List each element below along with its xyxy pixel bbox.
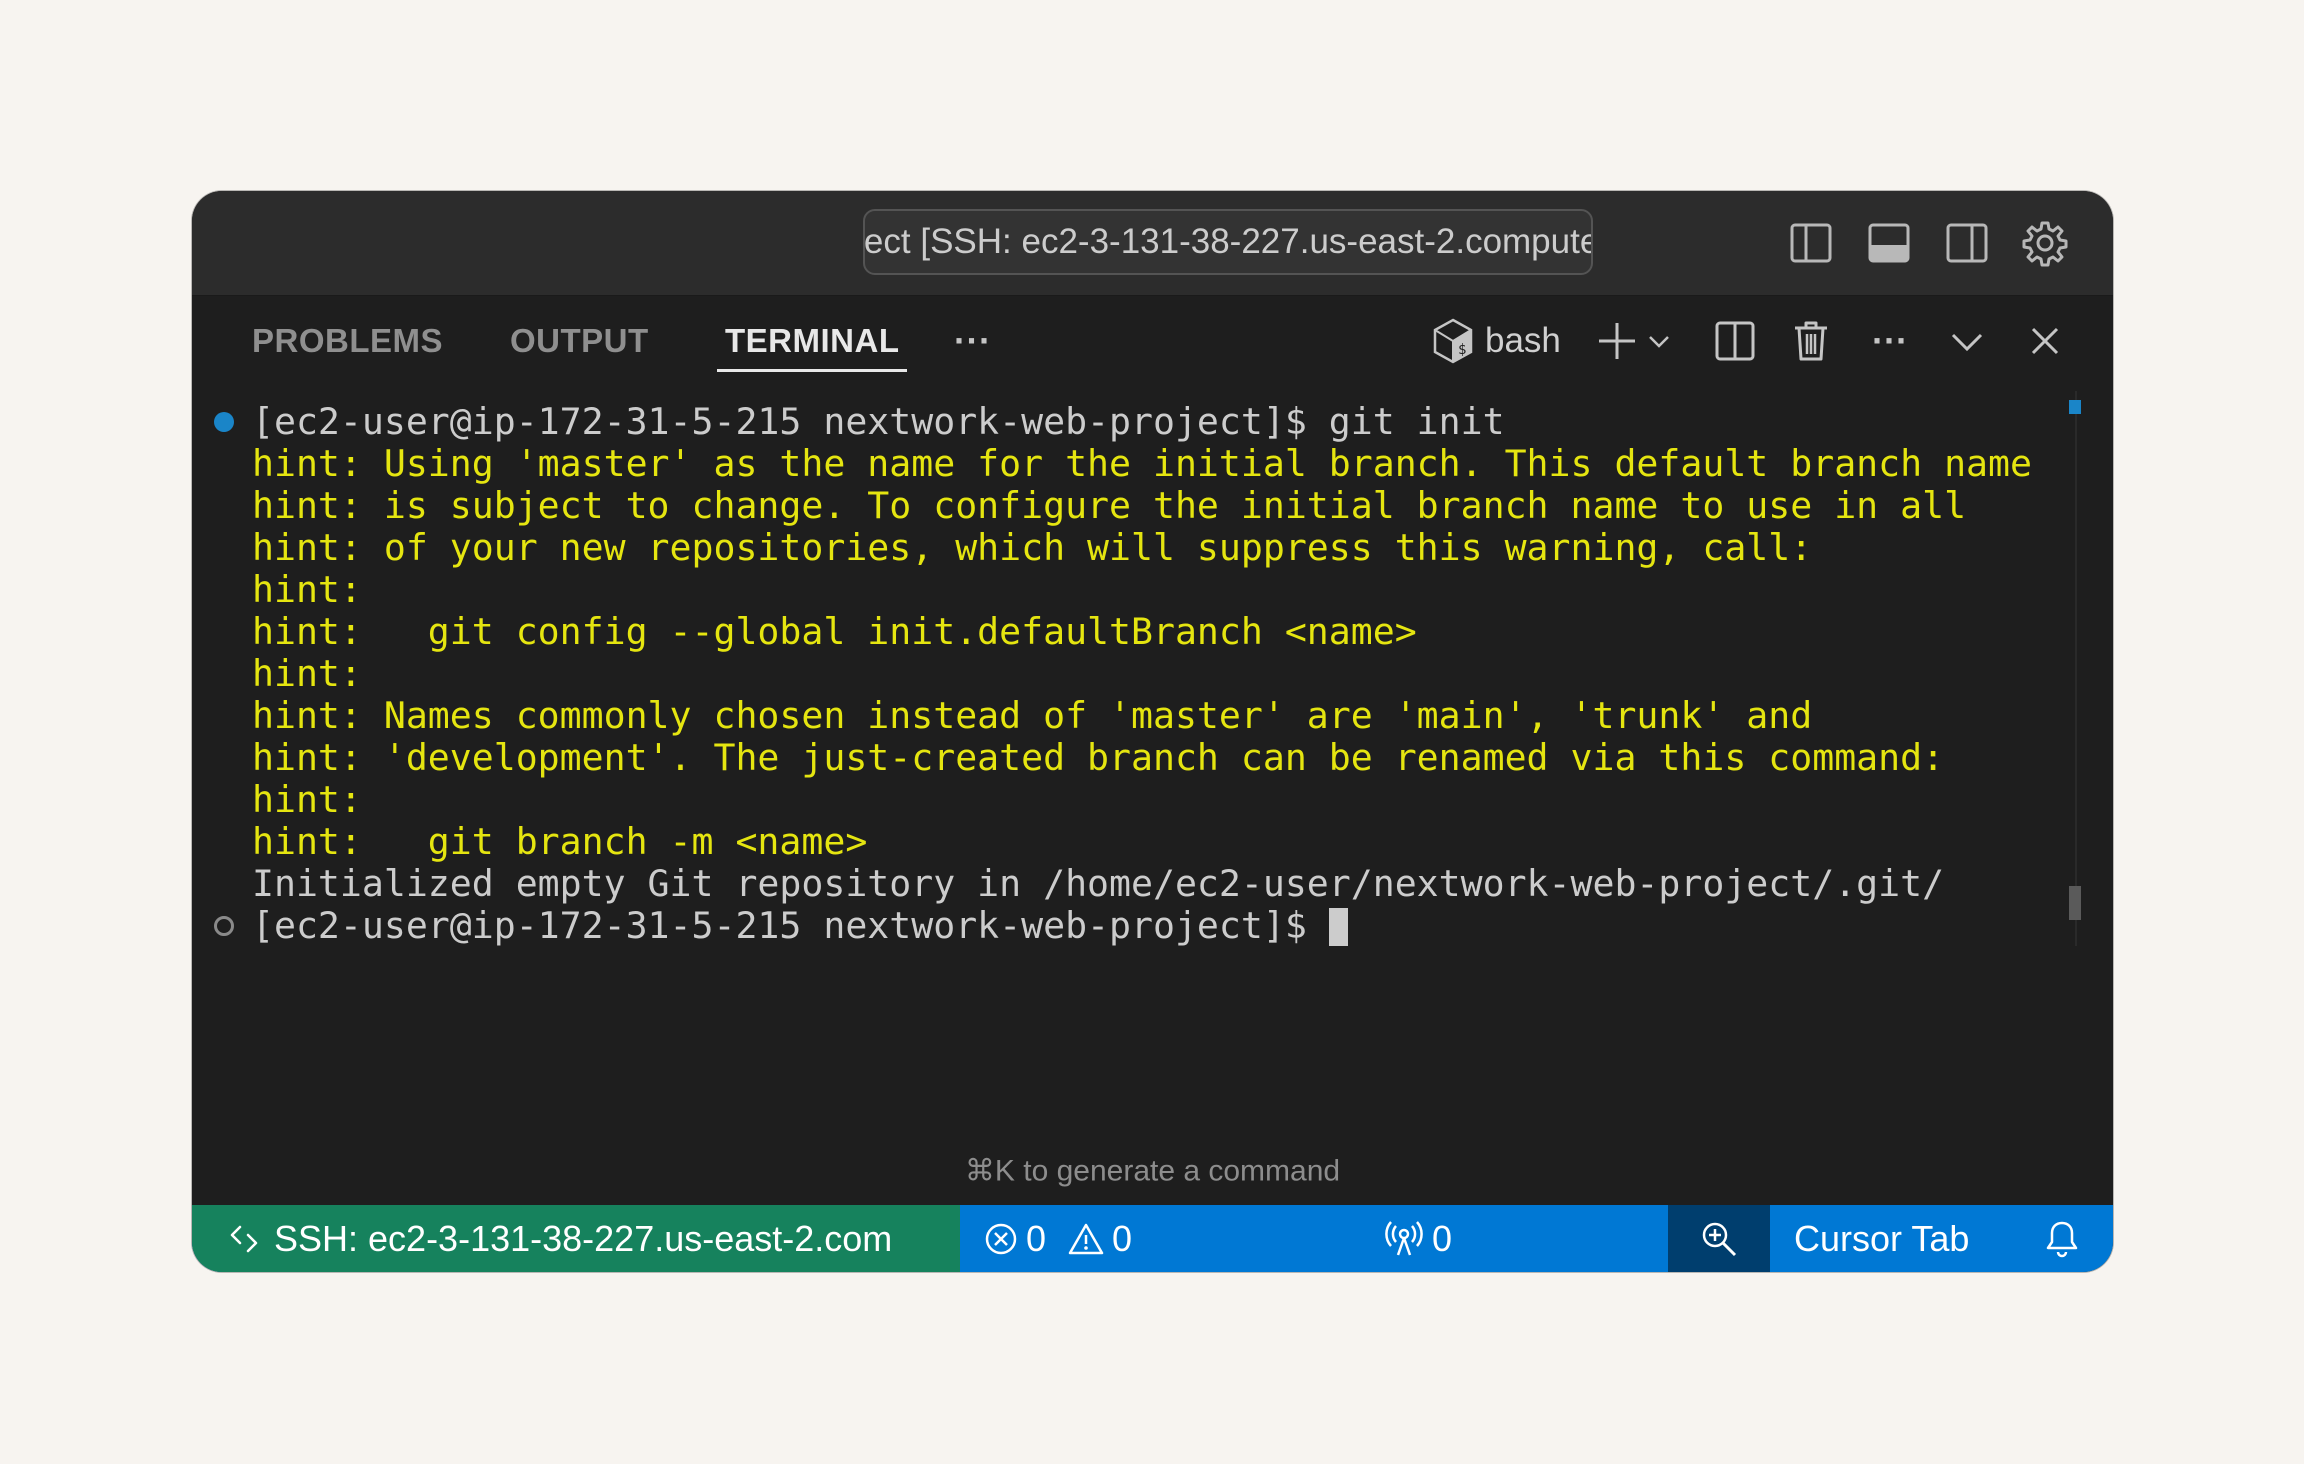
more-actions-button[interactable]: ··· xyxy=(1862,316,1918,366)
generate-command-hint: ⌘K to generate a command xyxy=(964,1154,1341,1188)
command-center-search[interactable]: nextwork-web-project [SSH: ec2-3-131-38-… xyxy=(863,209,1593,275)
terminal-line: hint: 'development'. The just-created br… xyxy=(252,736,1945,779)
warning-count: 0 xyxy=(1112,1217,1133,1259)
toggle-secondary-sidebar-icon[interactable] xyxy=(1942,218,1992,268)
problems-indicator[interactable]: 0 0 xyxy=(984,1205,1132,1272)
cursor-tab-button[interactable]: Cursor Tab xyxy=(1794,1205,1969,1272)
terminal-shell-name[interactable]: bash xyxy=(1485,296,1561,386)
terminal-cursor xyxy=(1328,908,1348,946)
terminal-prompt-line: [ec2-user@ip-172-31-5-215 nextwork-web-p… xyxy=(252,905,1348,947)
close-icon[interactable] xyxy=(2020,316,2070,366)
panel-header: PROBLEMS OUTPUT TERMINAL ··· $ bash ··· xyxy=(192,296,2113,386)
tab-output[interactable]: OUTPUT xyxy=(510,296,649,386)
zoom-icon[interactable] xyxy=(1668,1205,1770,1272)
tab-terminal[interactable]: TERMINAL xyxy=(716,296,908,386)
terminal-line: hint: git config --global init.defaultBr… xyxy=(252,610,1417,653)
ports-count: 0 xyxy=(1432,1217,1453,1259)
remote-icon xyxy=(228,1223,260,1255)
statusbar: SSH: ec2-3-131-38-227.us-east-2.com 0 0 … xyxy=(192,1205,2113,1272)
terminal-line: hint: git branch -m <name> xyxy=(252,820,868,863)
terminal-line: Initialized empty Git repository in /hom… xyxy=(252,862,1945,905)
svg-text:$: $ xyxy=(1458,342,1466,358)
terminal-line: hint: is subject to change. To configure… xyxy=(252,484,1967,527)
terminal-line: hint: xyxy=(252,652,362,695)
terminal-line: [ec2-user@ip-172-31-5-215 nextwork-web-p… xyxy=(252,400,1505,443)
terminal-line: hint: xyxy=(252,778,362,821)
editor-window: nextwork-web-project [SSH: ec2-3-131-38-… xyxy=(192,191,2113,1272)
titlebar: nextwork-web-project [SSH: ec2-3-131-38-… xyxy=(192,191,2113,296)
command-success-decoration-icon[interactable] xyxy=(214,412,234,432)
terminal-scrollbar-thumb[interactable] xyxy=(2069,886,2081,920)
scrollbar-marker xyxy=(2069,400,2081,414)
more-tabs-button[interactable]: ··· xyxy=(954,296,991,386)
error-count: 0 xyxy=(1026,1217,1047,1259)
toggle-primary-sidebar-icon[interactable] xyxy=(1786,218,1836,268)
tab-problems[interactable]: PROBLEMS xyxy=(252,296,443,386)
trash-icon[interactable] xyxy=(1786,316,1836,366)
add-terminal-icon[interactable] xyxy=(1592,316,1642,366)
terminal-scrollbar-track[interactable] xyxy=(2075,391,2077,946)
remote-label: SSH: ec2-3-131-38-227.us-east-2.com xyxy=(274,1217,893,1259)
command-center-label: nextwork-web-project [SSH: ec2-3-131-38-… xyxy=(863,222,1591,261)
broadcast-icon xyxy=(1385,1220,1423,1255)
terminal-line: hint: Using 'master' as the name for the… xyxy=(252,442,2032,485)
gear-icon[interactable] xyxy=(2020,218,2070,268)
toggle-panel-icon[interactable] xyxy=(1864,218,1914,268)
split-terminal-icon[interactable] xyxy=(1710,316,1760,366)
warning-icon xyxy=(1068,1223,1104,1254)
terminal-shell-icon: $ xyxy=(1430,316,1476,366)
ports-indicator[interactable]: 0 xyxy=(1384,1205,1452,1272)
collapse-panel-icon[interactable] xyxy=(1942,316,1992,366)
terminal-line: hint: xyxy=(252,568,362,611)
terminal-line: hint: Names commonly chosen instead of '… xyxy=(252,694,1813,737)
bell-icon[interactable] xyxy=(2044,1205,2080,1272)
chevron-down-icon[interactable] xyxy=(1644,316,1674,366)
command-pending-decoration-icon[interactable] xyxy=(214,916,234,936)
terminal-line: hint: of your new repositories, which wi… xyxy=(252,526,1813,569)
error-icon xyxy=(985,1223,1017,1254)
terminal-prompt: [ec2-user@ip-172-31-5-215 nextwork-web-p… xyxy=(252,904,1329,947)
remote-indicator[interactable]: SSH: ec2-3-131-38-227.us-east-2.com xyxy=(192,1205,960,1272)
terminal-output[interactable]: [ec2-user@ip-172-31-5-215 nextwork-web-p… xyxy=(192,386,2113,966)
